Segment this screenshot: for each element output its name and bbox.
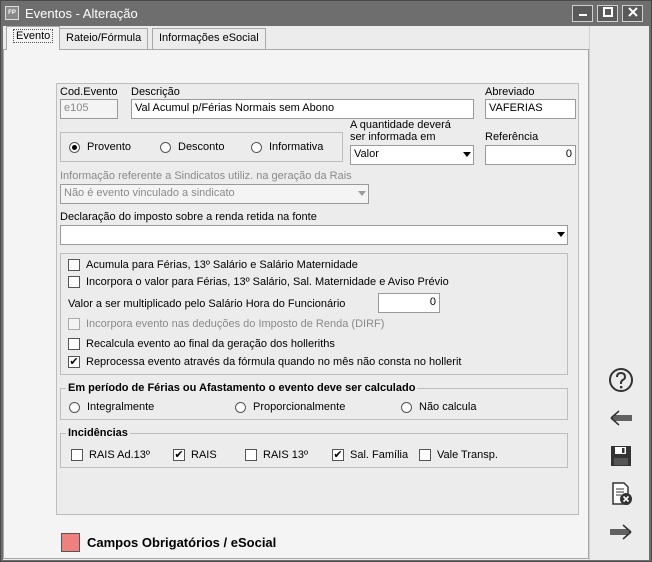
action-sidebar (589, 26, 649, 560)
rais-checkbox[interactable]: ✔ (173, 449, 185, 461)
rais-info-label: Informação referente a Sindicatos utiliz… (60, 170, 352, 182)
required-fields-legend: Campos Obrigatórios / eSocial (87, 535, 277, 550)
abreviado-label: Abreviado (485, 86, 535, 98)
tipo-evento-group: Provento Desconto Informativa (60, 132, 343, 162)
chevron-down-icon (557, 232, 565, 237)
tab-rateio-formula-label: Rateio/Fórmula (66, 32, 142, 44)
incorpora-dirf-label: Incorpora evento nas deduções do Imposto… (86, 318, 385, 330)
incorpora-valor-checkbox[interactable] (68, 276, 80, 288)
declaracao-ir-select[interactable] (60, 225, 568, 245)
descricao-label: Descrição (131, 86, 180, 98)
evento-tab-panel: Cod.Evento e105 Descrição Val Acumul p/F… (3, 49, 589, 559)
recalcula-evento-checkbox[interactable] (68, 338, 80, 350)
minimize-icon (578, 14, 587, 16)
declaracao-ir-label: Declaração do imposto sobre a renda reti… (60, 211, 317, 223)
provento-label[interactable]: Provento (87, 141, 131, 153)
quantidade-select[interactable]: Valor (350, 145, 474, 165)
rais-ad13-checkbox[interactable] (71, 449, 83, 461)
informativa-radio[interactable] (251, 142, 262, 153)
event-window: FP Eventos - Alteração Evento Rateio/Fór… (0, 0, 652, 562)
provento-radio[interactable] (69, 142, 80, 153)
ferias-group-title: Em período de Férias ou Afastamento o ev… (66, 382, 418, 394)
maximize-button[interactable] (597, 5, 618, 22)
sal-familia-checkbox[interactable]: ✔ (332, 449, 344, 461)
chevron-down-icon (358, 191, 366, 196)
referencia-field[interactable]: 0 (485, 145, 576, 165)
nao-calcula-radio[interactable] (401, 402, 412, 413)
ferias-group: Em período de Férias ou Afastamento o ev… (60, 382, 568, 420)
quantidade-label-line2: ser informada em (350, 131, 436, 143)
save-icon (611, 446, 631, 466)
quantidade-select-value: Valor (354, 148, 379, 160)
close-icon (627, 7, 638, 17)
back-button[interactable] (607, 404, 635, 432)
minimize-button[interactable] (572, 5, 593, 22)
delete-document-icon (612, 482, 632, 505)
rais-13-checkbox[interactable] (245, 449, 257, 461)
tab-informacoes-esocial-label: Informações eSocial (159, 32, 259, 44)
close-button[interactable] (622, 5, 643, 22)
referencia-label: Referência (485, 131, 539, 143)
title-bar[interactable]: FP Eventos - Alteração (1, 1, 651, 26)
vale-transp-checkbox[interactable] (419, 449, 431, 461)
back-arrow-icon (610, 410, 632, 426)
integralmente-radio[interactable] (69, 402, 80, 413)
forward-button[interactable] (607, 518, 635, 546)
tab-informacoes-esocial[interactable]: Informações eSocial (152, 28, 266, 49)
delete-button[interactable] (607, 480, 635, 508)
rais-info-select: Não é evento vinculado a sindicato (60, 184, 369, 204)
abreviado-field[interactable]: VAFERIAS (485, 99, 576, 119)
required-color-swatch (61, 533, 80, 552)
event-form-box: Cod.Evento e105 Descrição Val Acumul p/F… (56, 83, 579, 515)
desconto-radio[interactable] (160, 142, 171, 153)
window-client: Evento Rateio/Fórmula Informações eSocia… (3, 26, 649, 560)
desconto-label[interactable]: Desconto (178, 141, 224, 153)
chevron-down-icon (463, 152, 471, 157)
nao-calcula-label[interactable]: Não calcula (419, 401, 476, 413)
integralmente-label[interactable]: Integralmente (87, 401, 154, 413)
help-icon (609, 368, 633, 392)
app-icon: FP (5, 6, 19, 20)
forward-arrow-icon (610, 524, 632, 540)
reprocessa-evento-label[interactable]: Reprocessa evento através da fórmula qua… (86, 356, 461, 368)
incorpora-dirf-checkbox (68, 318, 80, 330)
recalcula-evento-label[interactable]: Recalcula evento ao final da geração dos… (86, 338, 335, 350)
tab-evento[interactable]: Evento (6, 26, 61, 50)
rais-ad13-label[interactable]: RAIS Ad.13º (89, 449, 150, 461)
maximize-icon (602, 7, 613, 17)
rais-info-select-value: Não é evento vinculado a sindicato (64, 187, 235, 199)
vale-transp-label[interactable]: Vale Transp. (437, 449, 498, 461)
proporcionalmente-label[interactable]: Proporcionalmente (253, 401, 345, 413)
reprocessa-evento-checkbox[interactable]: ✔ (68, 356, 80, 368)
window-title: Eventos - Alteração (25, 6, 138, 21)
sal-familia-label[interactable]: Sal. Família (350, 449, 408, 461)
descricao-field[interactable]: Val Acumul p/Férias Normais sem Abono (131, 99, 474, 119)
tab-rateio-formula[interactable]: Rateio/Fórmula (59, 28, 149, 49)
cod-evento-field: e105 (60, 99, 118, 119)
informativa-label[interactable]: Informativa (269, 141, 323, 153)
acumula-ferias-label[interactable]: Acumula para Férias, 13º Salário e Salár… (86, 259, 358, 271)
rais-13-label[interactable]: RAIS 13º (263, 449, 308, 461)
multiplicador-label: Valor a ser multiplicado pelo Salário Ho… (68, 298, 346, 310)
acumula-ferias-checkbox[interactable] (68, 259, 80, 271)
tab-evento-label: Evento (13, 29, 54, 43)
rais-label[interactable]: RAIS (191, 449, 217, 461)
incidencias-group: Incidências RAIS Ad.13º ✔ RAIS RAIS 13º … (60, 427, 568, 468)
save-button[interactable] (607, 442, 635, 470)
incorpora-valor-label[interactable]: Incorpora o valor para Férias, 13º Salár… (86, 276, 449, 288)
help-button[interactable] (607, 366, 635, 394)
quantidade-label-line1: A quantidade deverá (350, 119, 451, 131)
multiplicador-field[interactable]: 0 (378, 293, 440, 313)
options-group: Acumula para Férias, 13º Salário e Salár… (60, 253, 568, 375)
incidencias-title: Incidências (66, 427, 130, 439)
cod-evento-label: Cod.Evento (60, 86, 118, 98)
tab-strip: Evento Rateio/Fórmula Informações eSocia… (3, 26, 589, 50)
proporcionalmente-radio[interactable] (235, 402, 246, 413)
